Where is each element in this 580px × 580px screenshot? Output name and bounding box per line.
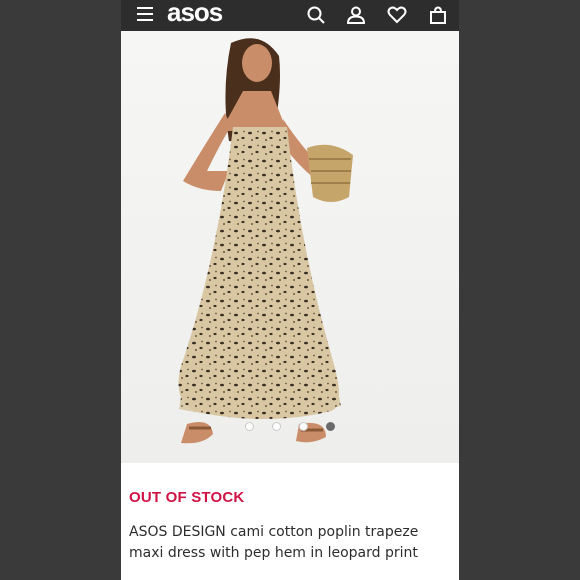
app-frame: asos OUT OF STOCK ASOS DESIGN cami cotto…: [121, 0, 459, 580]
top-nav-bar: asos: [121, 0, 459, 31]
carousel-dot[interactable]: [272, 422, 281, 431]
account-icon[interactable]: [346, 5, 366, 25]
search-icon[interactable]: [306, 5, 326, 25]
wishlist-icon[interactable]: [387, 5, 407, 25]
bag-icon[interactable]: [428, 5, 448, 25]
product-info: OUT OF STOCK ASOS DESIGN cami cotton pop…: [121, 463, 459, 580]
image-carousel-dots: [121, 418, 459, 436]
product-name: ASOS DESIGN cami cotton poplin trapeze m…: [129, 524, 419, 561]
stock-status: OUT OF STOCK: [129, 489, 245, 506]
carousel-dot[interactable]: [245, 422, 254, 431]
product-image[interactable]: [121, 31, 459, 463]
menu-icon[interactable]: [137, 7, 153, 21]
asos-logo[interactable]: asos: [167, 0, 223, 28]
carousel-dot[interactable]: [299, 422, 308, 431]
carousel-dot-active[interactable]: [326, 422, 335, 431]
model-wearing-dress-image: [178, 38, 353, 444]
